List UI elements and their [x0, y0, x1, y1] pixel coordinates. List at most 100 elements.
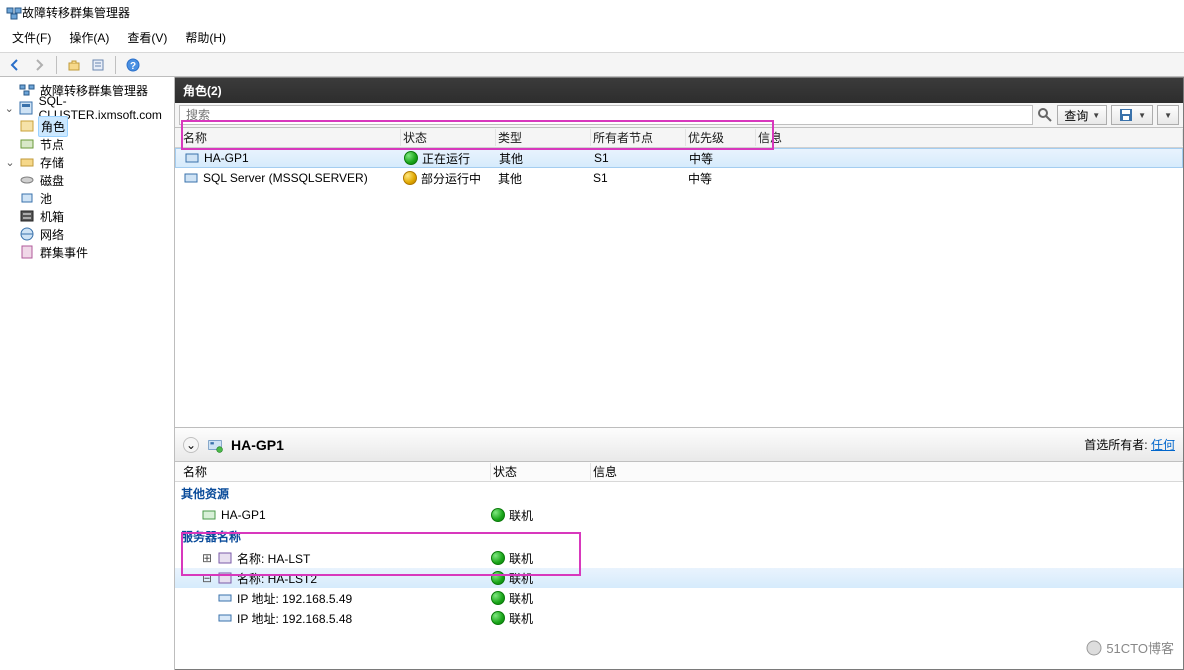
watermark: 51CTO博客: [1086, 638, 1174, 657]
status-online-icon: [491, 611, 505, 625]
tree-label: 群集事件: [38, 243, 90, 262]
resource-row[interactable]: ⊞ 名称: HA-LST 联机: [175, 548, 1183, 568]
query-label: 查询: [1064, 107, 1088, 124]
resource-status: 联机: [509, 550, 533, 567]
col-priority[interactable]: 优先级: [686, 129, 756, 146]
preferred-owner-label: 首选所有者:: [1084, 438, 1147, 452]
col-status[interactable]: 状态: [401, 129, 496, 146]
resource-icon: [201, 507, 217, 523]
role-owner: S1: [591, 171, 686, 185]
resource-status: 联机: [509, 610, 533, 627]
cluster-manager-icon: [19, 82, 35, 98]
help-button[interactable]: ?: [122, 55, 144, 75]
menu-bar: 文件(F) 操作(A) 查看(V) 帮助(H): [0, 25, 1184, 53]
tree-label: 节点: [38, 135, 66, 154]
expand-toggle[interactable]: ⊞: [201, 551, 213, 566]
separator: [56, 56, 57, 74]
tree-storage[interactable]: ⌄ 存储: [0, 153, 174, 171]
menu-help[interactable]: 帮助(H): [181, 27, 230, 48]
network-icon: [19, 226, 35, 242]
resource-name: HA-GP1: [221, 508, 266, 522]
roles-icon: [19, 118, 35, 134]
app-icon: [6, 5, 22, 21]
resource-row[interactable]: IP 地址: 192.168.5.49 联机: [175, 588, 1183, 608]
search-input[interactable]: [179, 105, 1033, 125]
roles-grid: 名称 状态 类型 所有者节点 优先级 信息 HA-GP1 正在运行 其他 S1 …: [175, 128, 1183, 428]
forward-button[interactable]: [28, 55, 50, 75]
col-type[interactable]: 类型: [496, 129, 591, 146]
resource-name: 名称: HA-LST: [237, 550, 310, 567]
menu-view[interactable]: 查看(V): [123, 27, 171, 48]
status-online-icon: [491, 551, 505, 565]
role-status: 正在运行: [422, 150, 470, 167]
save-query-button[interactable]: ▼: [1111, 105, 1153, 125]
watermark-text: 51CTO博客: [1106, 638, 1174, 657]
tree-label: 机箱: [38, 207, 66, 226]
col-owner[interactable]: 所有者节点: [591, 129, 686, 146]
menu-action[interactable]: 操作(A): [65, 27, 113, 48]
role-type: 其他: [497, 150, 592, 167]
grid-header: 名称 状态 类型 所有者节点 优先级 信息: [175, 128, 1183, 148]
dcol-status[interactable]: 状态: [491, 463, 591, 480]
dcol-info[interactable]: 信息: [591, 463, 1183, 480]
status-running-icon: [404, 151, 418, 165]
tree-label: 池: [38, 189, 54, 208]
status-online-icon: [491, 508, 505, 522]
content-pane: 角色(2) 查询▼ ▼ ▼ 名称 状态 类型 所有者节点 优先级 信息 HA-G…: [175, 77, 1184, 670]
toolbar: ?: [0, 53, 1184, 77]
chevron-down-icon[interactable]: ⌄: [183, 437, 199, 453]
resource-row[interactable]: HA-GP1 联机: [175, 505, 1183, 525]
role-large-icon: [207, 437, 223, 453]
resource-name: IP 地址: 192.168.5.49: [237, 590, 352, 607]
preferred-owner-link[interactable]: 任何: [1151, 438, 1175, 452]
resource-name: 名称: HA-LST2: [237, 570, 317, 587]
up-button[interactable]: [63, 55, 85, 75]
tree-pools[interactable]: 池: [0, 189, 174, 207]
role-icon: [183, 170, 199, 186]
collapse-icon[interactable]: ⌄: [4, 102, 15, 115]
detail-header-row: 名称 状态 信息: [175, 462, 1183, 482]
window-title: 故障转移群集管理器: [22, 4, 130, 21]
role-row[interactable]: HA-GP1 正在运行 其他 S1 中等: [175, 148, 1183, 168]
col-name[interactable]: 名称: [181, 129, 401, 146]
role-name: HA-GP1: [204, 151, 249, 165]
role-priority: 中等: [687, 150, 757, 167]
resource-row[interactable]: ⊟ 名称: HA-LST2 联机: [175, 568, 1183, 588]
back-button[interactable]: [4, 55, 26, 75]
properties-button[interactable]: [87, 55, 109, 75]
col-info[interactable]: 信息: [756, 129, 1183, 146]
tree-events[interactable]: 群集事件: [0, 243, 174, 261]
clear-button[interactable]: ▼: [1157, 105, 1179, 125]
collapse-icon[interactable]: ⌄: [4, 156, 16, 169]
resource-row[interactable]: IP 地址: 192.168.5.48 联机: [175, 608, 1183, 628]
navigation-tree: 故障转移群集管理器 ⌄ SQL-CLUSTER.ixmsoft.com 角色 节…: [0, 77, 175, 670]
separator: [115, 56, 116, 74]
tree-nodes[interactable]: 节点: [0, 135, 174, 153]
search-icon[interactable]: [1037, 107, 1053, 123]
menu-file[interactable]: 文件(F): [8, 27, 55, 48]
enclosure-icon: [19, 208, 35, 224]
tree-disks[interactable]: 磁盘: [0, 171, 174, 189]
status-online-icon: [491, 571, 505, 585]
collapse-toggle[interactable]: ⊟: [201, 571, 213, 586]
server-name-icon: [217, 550, 233, 566]
tree-cluster[interactable]: ⌄ SQL-CLUSTER.ixmsoft.com: [0, 99, 174, 117]
chevron-down-icon: ▼: [1138, 111, 1146, 120]
detail-header: ⌄ HA-GP1 首选所有者: 任何: [175, 428, 1183, 462]
pool-icon: [19, 190, 35, 206]
disk-icon: [19, 172, 35, 188]
tree-label: 角色: [38, 116, 68, 137]
resource-status: 联机: [509, 590, 533, 607]
role-row[interactable]: SQL Server (MSSQLSERVER) 部分运行中 其他 S1 中等: [175, 168, 1183, 188]
detail-title: HA-GP1: [231, 437, 284, 453]
server-name-icon: [217, 570, 233, 586]
resource-status: 联机: [509, 570, 533, 587]
ip-address-icon: [217, 590, 233, 606]
dcol-name[interactable]: 名称: [181, 463, 491, 480]
role-status: 部分运行中: [421, 170, 481, 187]
role-type: 其他: [496, 170, 591, 187]
group-server-name: 服务器名称: [175, 525, 1183, 548]
tree-networks[interactable]: 网络: [0, 225, 174, 243]
tree-enclosures[interactable]: 机箱: [0, 207, 174, 225]
query-button[interactable]: 查询▼: [1057, 105, 1107, 125]
